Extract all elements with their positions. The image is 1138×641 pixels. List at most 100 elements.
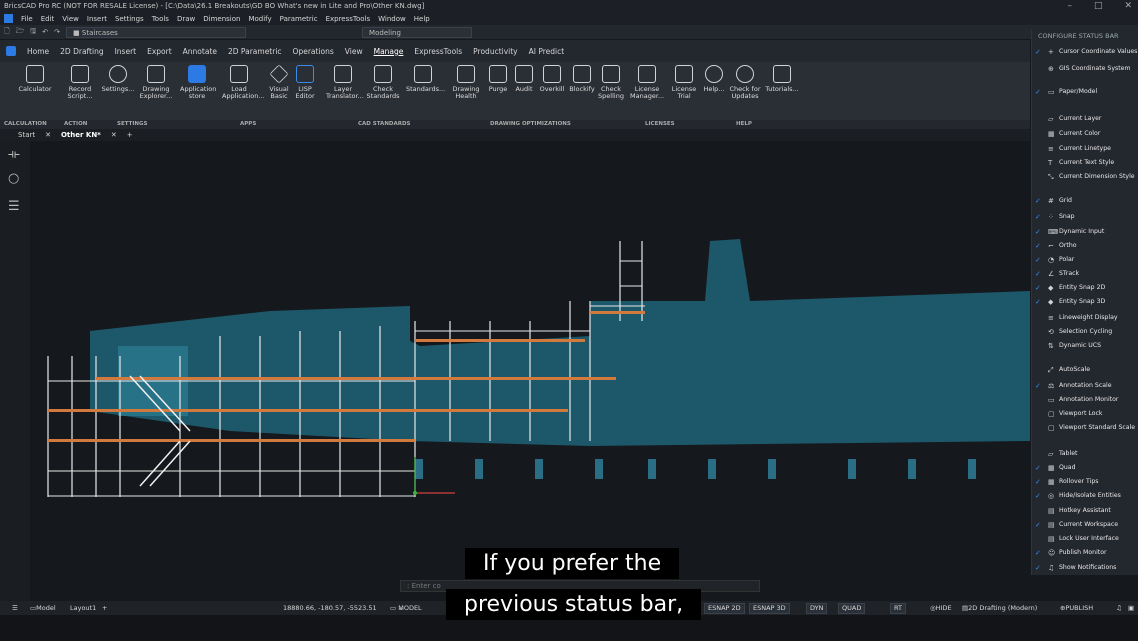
record-script-button[interactable]: Record Script... <box>63 65 97 100</box>
esnap2d-button[interactable]: ESNAP 2D <box>704 602 745 614</box>
workspace-button[interactable]: ▤ 2D Drafting (Modern) <box>962 601 1037 615</box>
doc-tab-close-icon[interactable]: ✕ <box>45 129 51 141</box>
group-action[interactable]: ACTION <box>64 121 87 127</box>
status-option-polar[interactable]: ✓ ◔ Polar <box>1032 255 1138 265</box>
status-option-gis-coordinate-system[interactable]: ⊕ GIS Coordinate System <box>1032 64 1138 74</box>
tab-view[interactable]: View <box>345 47 363 56</box>
tab-2d-parametric[interactable]: 2D Parametric <box>228 47 282 56</box>
status-option-show-notifications[interactable]: ✓ ♫ Show Notifications <box>1032 563 1138 573</box>
tab-productivity[interactable]: Productivity <box>473 47 517 56</box>
status-option-hotkey-assistant[interactable]: ▤ Hotkey Assistant <box>1032 506 1138 516</box>
layer-translator-button[interactable]: Layer Translator... <box>326 65 364 100</box>
load-application-button[interactable]: Load Application... <box>222 65 265 100</box>
status-option-lineweight-display[interactable]: ≡ Lineweight Display <box>1032 313 1138 323</box>
menu-window[interactable]: Window <box>378 13 406 25</box>
status-option-cursor-coordinate-values[interactable]: ✓ + Cursor Coordinate Values <box>1032 47 1138 57</box>
menu-parametric[interactable]: Parametric <box>280 13 318 25</box>
status-option-annotation-monitor[interactable]: ▭ Annotation Monitor <box>1032 395 1138 405</box>
status-option-quad[interactable]: ✓ ▦ Quad <box>1032 463 1138 473</box>
status-option-ortho[interactable]: ✓ ⌐ Ortho <box>1032 241 1138 251</box>
notification-bell-icon[interactable]: ♫ <box>1116 601 1122 615</box>
status-option-publish-monitor[interactable]: ✓ ☺ Publish Monitor <box>1032 548 1138 558</box>
status-option-current-text-style[interactable]: T Current Text Style <box>1032 158 1138 168</box>
tutorials-button[interactable]: Tutorials... <box>762 65 802 93</box>
status-option-selection-cycling[interactable]: ⟲ Selection Cycling <box>1032 327 1138 337</box>
layer-dropdown[interactable]: ■ Staircases <box>66 26 247 38</box>
tab-manage[interactable]: Manage <box>374 47 404 56</box>
rt-button[interactable]: RT <box>890 602 907 614</box>
structure-icon[interactable]: ☰ <box>8 199 20 214</box>
status-option-grid[interactable]: ✓ # Grid <box>1032 196 1138 206</box>
group-drawing-optimizations[interactable]: DRAWING OPTIMIZATIONS <box>490 121 571 127</box>
status-option-entity-snap-3d[interactable]: ✓ ◆ Entity Snap 3D <box>1032 297 1138 307</box>
status-option-current-color[interactable]: ▦ Current Color <box>1032 129 1138 139</box>
doc-tab-close-icon[interactable]: ✕ <box>111 129 117 141</box>
status-option-strack[interactable]: ✓ ∠ STrack <box>1032 269 1138 279</box>
workspace-dropdown[interactable]: Modeling <box>362 26 473 38</box>
tab-expresstools[interactable]: ExpressTools <box>414 47 462 56</box>
close-icon[interactable]: ✕ <box>1124 0 1132 13</box>
status-option-paper-model[interactable]: ✓ ▭ Paper/Model <box>1032 87 1138 97</box>
menu-draw[interactable]: Draw <box>177 13 195 25</box>
menu-file[interactable]: File <box>21 13 33 25</box>
menu-tools[interactable]: Tools <box>152 13 169 25</box>
status-option-snap[interactable]: ✓ ⁘ Snap <box>1032 212 1138 222</box>
license-trial-button[interactable]: License Trial <box>667 65 701 100</box>
menu-help[interactable]: Help <box>414 13 430 25</box>
menu-insert[interactable]: Insert <box>87 13 107 25</box>
group-help[interactable]: HELP <box>736 121 752 127</box>
undo-icon[interactable]: ↶ <box>42 28 48 36</box>
new-file-icon[interactable]: 🗋 <box>4 27 10 38</box>
help-button[interactable]: Help... <box>697 65 731 93</box>
drawing-health-button[interactable]: Drawing Health <box>449 65 483 100</box>
drawing-canvas[interactable] <box>30 141 1030 601</box>
status-option-tablet[interactable]: ▱ Tablet <box>1032 449 1138 459</box>
tab-export[interactable]: Export <box>147 47 172 56</box>
dyn-button[interactable]: DYN <box>806 602 828 614</box>
menu-edit[interactable]: Edit <box>41 13 55 25</box>
publish-button[interactable]: ⊕ PUBLISH <box>1060 601 1093 615</box>
lisp-editor-button[interactable]: LISP Editor <box>288 65 322 100</box>
ruler-icon[interactable]: ⟛ <box>8 147 20 162</box>
menu-dimension[interactable]: Dimension <box>203 13 240 25</box>
group-settings[interactable]: SETTINGS <box>117 121 147 127</box>
calculator-button[interactable]: Calculator <box>18 65 52 93</box>
customize-status-bar-icon[interactable]: ▣ <box>1128 601 1134 615</box>
add-layout-icon[interactable]: + <box>102 601 107 615</box>
tab-annotate[interactable]: Annotate <box>183 47 217 56</box>
check-spelling-button[interactable]: Check Spelling <box>594 65 628 100</box>
drawing-explorer-button[interactable]: Drawing Explorer... <box>139 65 173 100</box>
status-option-current-layer[interactable]: ▱ Current Layer <box>1032 114 1138 124</box>
standards-button[interactable]: Standards... <box>406 65 445 93</box>
tab-insert[interactable]: Insert <box>115 47 137 56</box>
tab-operations[interactable]: Operations <box>293 47 334 56</box>
status-option-current-linetype[interactable]: ≡ Current Linetype <box>1032 144 1138 154</box>
application-store-button[interactable]: Application store <box>180 65 216 100</box>
menu-modify[interactable]: Modify <box>248 13 271 25</box>
model-tab[interactable]: ▭ Model <box>30 601 56 615</box>
menu-expresstools[interactable]: ExpressTools <box>326 13 371 25</box>
hide-button[interactable]: ◎ HIDE <box>930 601 952 615</box>
layout1-tab[interactable]: Layout1 <box>70 601 96 615</box>
status-option-viewport-lock[interactable]: ▢ Viewport Lock <box>1032 409 1138 419</box>
settings-button[interactable]: Settings... <box>101 65 135 93</box>
maximize-icon[interactable]: □ <box>1094 0 1103 13</box>
model-space-button[interactable]: ▭ MODEL ⌄ <box>390 601 422 615</box>
minimize-icon[interactable]: – <box>1067 0 1072 13</box>
license-manager-button[interactable]: License Manager... <box>630 65 664 100</box>
status-option-dynamic-input[interactable]: ✓ ⌨ Dynamic Input <box>1032 227 1138 237</box>
new-tab-icon[interactable]: + <box>127 129 133 141</box>
status-option-entity-snap-2d[interactable]: ✓ ◆ Entity Snap 2D <box>1032 283 1138 293</box>
status-menu-icon[interactable]: ☰ <box>12 601 18 615</box>
workspace-menu-icon[interactable] <box>6 46 16 56</box>
tab-ai-predict[interactable]: AI Predict <box>529 47 565 56</box>
status-option-dynamic-ucs[interactable]: ⇅ Dynamic UCS <box>1032 341 1138 351</box>
overkill-button[interactable]: Overkill <box>535 65 569 93</box>
tab-2d-drafting[interactable]: 2D Drafting <box>60 47 103 56</box>
lightbulb-icon[interactable]: ○ <box>8 171 19 186</box>
menu-view[interactable]: View <box>62 13 79 25</box>
check-standards-button[interactable]: Check Standards <box>366 65 400 100</box>
menu-settings[interactable]: Settings <box>115 13 144 25</box>
esnap3d-button[interactable]: ESNAP 3D <box>749 602 790 614</box>
redo-icon[interactable]: ↷ <box>54 28 60 36</box>
